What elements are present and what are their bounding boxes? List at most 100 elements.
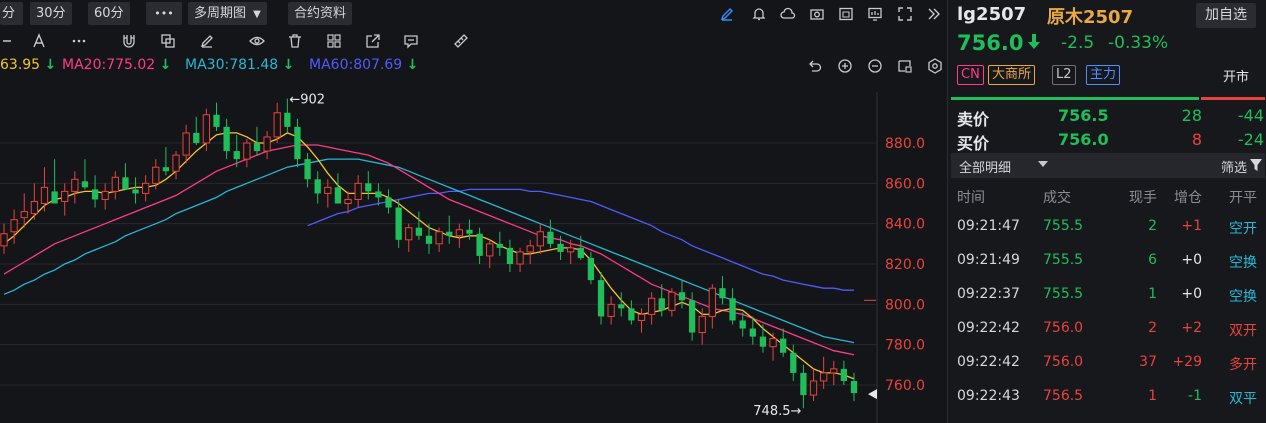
candle-body (334, 187, 342, 204)
tick-volume: 2 (1148, 320, 1157, 336)
detail-header: 全部明细 筛选 (951, 153, 1265, 178)
candle-body (344, 198, 352, 204)
symbol-code: lg2507 (957, 4, 1027, 25)
candle-body (446, 231, 453, 236)
cloud-icon[interactable] (777, 3, 799, 25)
more-tools-icon[interactable] (68, 30, 90, 52)
candle-body (223, 126, 230, 152)
column-header: 时间 (957, 190, 985, 206)
ask-price: 756.5 (1058, 106, 1109, 125)
candle-body (547, 231, 554, 244)
candle-body (698, 315, 706, 334)
price-down-arrow-icon (1028, 34, 1040, 49)
chart-panel[interactable]: 880.0 860.0 840.0 820.0 800.0 780.0 760.0 ←902 7… (0, 0, 946, 423)
candle-body (618, 304, 625, 309)
candle-body (294, 126, 301, 160)
tick-time: 09:22:42 (957, 320, 1020, 336)
trash-icon[interactable] (284, 30, 306, 52)
copy-icon[interactable] (157, 30, 179, 52)
filter-icon[interactable] (1250, 159, 1262, 171)
current-price-pointer (868, 389, 877, 400)
candle-body (415, 227, 423, 236)
draw-pen-icon[interactable] (716, 3, 738, 25)
detail-filter-dropdown[interactable]: 全部明细 (959, 157, 1011, 176)
more-periods-button[interactable]: ••• (146, 2, 182, 25)
arrow-down-icon: ↓ (44, 57, 57, 73)
eraser-pen-icon[interactable] (196, 30, 218, 52)
depth-bar-sell (951, 97, 1199, 100)
ma-value: MA30:781.48 (185, 57, 279, 73)
camera-icon[interactable] (806, 3, 828, 25)
candle-body (152, 166, 160, 184)
period-60m-button[interactable]: 60分 (88, 2, 130, 25)
restore-window-icon[interactable] (894, 55, 916, 77)
tick-oi-change: +29 (1172, 354, 1202, 370)
y-tick-label: 860.0 (885, 176, 925, 192)
candle-body (253, 143, 261, 152)
candle-body (101, 190, 109, 200)
candle-body (759, 336, 767, 347)
tick-oi-change: +1 (1181, 218, 1202, 234)
tick-price: 755.5 (1043, 286, 1084, 302)
add-watchlist-button[interactable]: 加自选 (1196, 3, 1256, 28)
candle-body (111, 176, 119, 192)
bid-volume: 8 (1191, 130, 1202, 149)
tick-time: 09:21:49 (957, 252, 1020, 268)
tick-type: 双平 (1229, 391, 1257, 407)
candle-body (476, 233, 483, 256)
multi-period-label: 多周期图 (194, 6, 247, 21)
candle-body (385, 197, 392, 208)
period-button-partial[interactable]: 分 (0, 2, 23, 25)
multi-period-button[interactable]: 多周期图 ▼ (188, 2, 267, 25)
column-header: 现手 (1129, 190, 1157, 206)
y-tick-label: 780.0 (885, 338, 925, 354)
ma-legend-item: 63.95 ↓ (0, 57, 56, 73)
window-icon[interactable] (835, 3, 857, 25)
candle-body (30, 200, 38, 215)
period-30m-button[interactable]: 30分 (30, 2, 72, 25)
eye-icon[interactable] (246, 30, 268, 52)
tick-time: 09:22:37 (957, 286, 1020, 302)
filter-button[interactable]: 筛选 (1221, 157, 1247, 176)
low-marker-label: 748.5→ (753, 404, 801, 419)
contract-info-button[interactable]: 合约资料 (288, 2, 353, 25)
candle-body (536, 231, 544, 247)
price-change: -2.5 (1061, 33, 1095, 53)
candle-body (122, 177, 129, 190)
candle-body (455, 229, 463, 237)
magnet-icon[interactable] (118, 30, 140, 52)
tick-price: 755.5 (1043, 218, 1084, 234)
zoom-out-icon[interactable] (864, 55, 886, 77)
candle-body (324, 186, 332, 194)
candle-body (557, 243, 564, 252)
ma-legend-item: MA20:775.02 ↓ (62, 57, 171, 73)
external-link-icon[interactable] (362, 30, 384, 52)
fullscreen-icon[interactable] (894, 3, 916, 25)
monitor-chart-icon[interactable] (864, 3, 886, 25)
candle-body (516, 251, 524, 265)
main-contract-tag: 主力 (1086, 65, 1121, 85)
y-tick-label: 800.0 (885, 297, 925, 313)
zoom-in-icon[interactable] (834, 55, 856, 77)
candle-body (486, 243, 494, 257)
caret-down-icon[interactable] (1038, 160, 1048, 168)
ruler-icon[interactable] (450, 30, 472, 52)
candle-body (739, 320, 746, 329)
collapse-panel-icon[interactable] (922, 3, 944, 25)
bell-icon[interactable] (748, 3, 770, 25)
undo-icon[interactable] (804, 55, 826, 77)
text-tool-icon[interactable] (28, 30, 50, 52)
depth-bar-buy (1201, 97, 1265, 100)
candle-body (375, 191, 382, 198)
settings-gear-icon[interactable] (924, 55, 946, 77)
grid-icon[interactable] (323, 30, 345, 52)
draw-line-icon[interactable] (0, 30, 16, 52)
candle-body (243, 142, 251, 160)
comment-icon[interactable] (400, 30, 422, 52)
bid-delta: -24 (1237, 130, 1264, 149)
level2-tag[interactable]: L2 (1052, 65, 1076, 85)
candle-body (71, 178, 79, 192)
tick-volume: 37 (1139, 354, 1157, 370)
chart-controls (800, 55, 946, 77)
candle-body (719, 288, 726, 299)
